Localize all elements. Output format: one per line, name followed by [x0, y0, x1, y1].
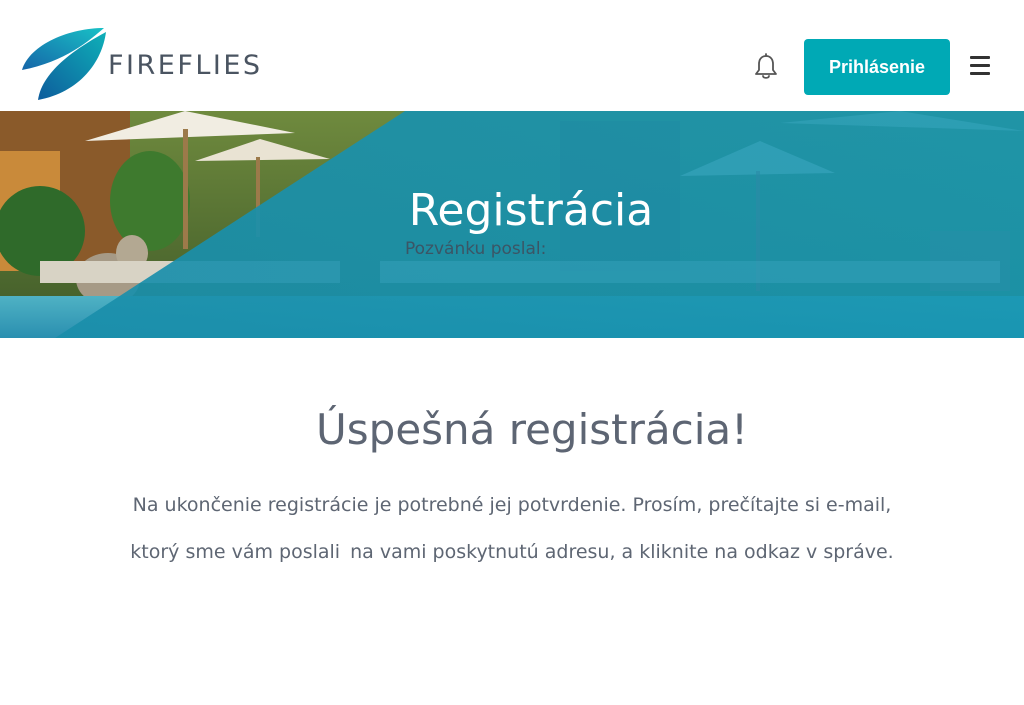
- logo-text: FIREFLIES: [108, 50, 263, 81]
- bell-icon[interactable]: [753, 53, 779, 81]
- hamburger-menu-icon[interactable]: [970, 56, 996, 78]
- confirmation-message-part-a: ktorý sme vám poslali: [130, 541, 341, 563]
- fireflies-logo[interactable]: FIREFLIES: [20, 26, 260, 104]
- confirmation-message-line-2: ktorý sme vám poslali na vami poskytnutú …: [0, 541, 1024, 563]
- fireflies-logo-mark: [22, 28, 106, 100]
- login-button[interactable]: Prihlásenie: [804, 39, 950, 95]
- confirmation-message-line-1: Na ukončenie registrácie je potrebné jej…: [132, 494, 892, 516]
- confirmation-message-part-b: na vami poskytnutú adresu, a kliknite na…: [350, 541, 894, 563]
- hero-subtitle: Pozvánku poslal:: [405, 239, 547, 259]
- hero-banner: Registrácia Pozvánku poslal:: [0, 111, 1024, 338]
- site-header: FIREFLIES Prihlásenie: [0, 0, 1024, 111]
- success-title: Úspešná registrácia!: [316, 405, 748, 454]
- hero-title: Registrácia: [408, 185, 654, 236]
